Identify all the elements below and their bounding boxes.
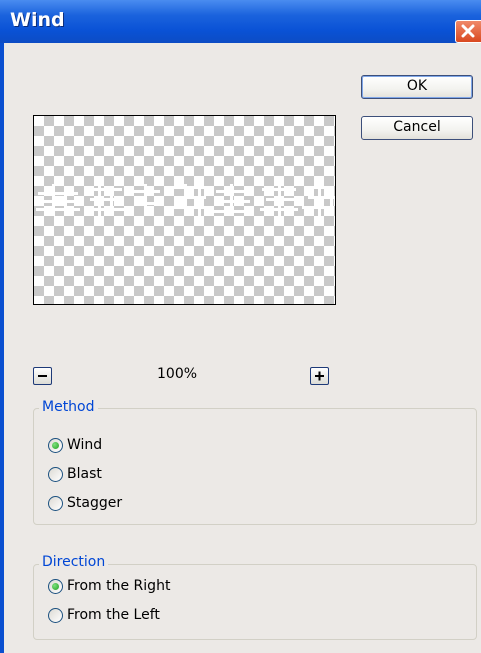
preview-wind-text (36, 184, 334, 216)
radio-label: Stagger (67, 495, 123, 511)
window-title: Wind (10, 9, 65, 31)
ok-button[interactable]: OK (361, 75, 473, 99)
radio-direction-right[interactable]: From the Right (48, 576, 170, 596)
zoom-in-button[interactable] (310, 367, 329, 385)
radio-checked-icon (48, 437, 63, 453)
radio-direction-left[interactable]: From the Left (48, 605, 160, 625)
radio-method-blast[interactable]: Blast (48, 464, 102, 484)
wind-dialog: Wind OK Cancel 100% Method Wind Blast St… (0, 0, 481, 653)
cancel-button[interactable]: Cancel (361, 116, 473, 140)
radio-unchecked-icon (48, 495, 63, 511)
minus-icon (38, 375, 47, 377)
radio-label: From the Left (67, 607, 160, 623)
plus-icon (315, 371, 324, 381)
radio-label: Blast (67, 466, 102, 482)
zoom-out-button[interactable] (33, 367, 52, 385)
preview-pane[interactable] (33, 115, 336, 305)
close-icon (461, 24, 475, 38)
radio-method-stagger[interactable]: Stagger (48, 493, 122, 513)
radio-checked-icon (48, 578, 63, 594)
zoom-level: 100% (157, 366, 198, 382)
window-frame-left (0, 43, 4, 653)
radio-unchecked-icon (48, 466, 63, 482)
close-button[interactable] (455, 20, 481, 43)
radio-label: Wind (67, 437, 103, 453)
direction-legend: Direction (39, 554, 109, 570)
radio-method-wind[interactable]: Wind (48, 435, 102, 455)
radio-unchecked-icon (48, 607, 63, 623)
radio-label: From the Right (67, 578, 171, 594)
title-bar[interactable]: Wind (0, 0, 481, 43)
method-legend: Method (39, 399, 98, 415)
